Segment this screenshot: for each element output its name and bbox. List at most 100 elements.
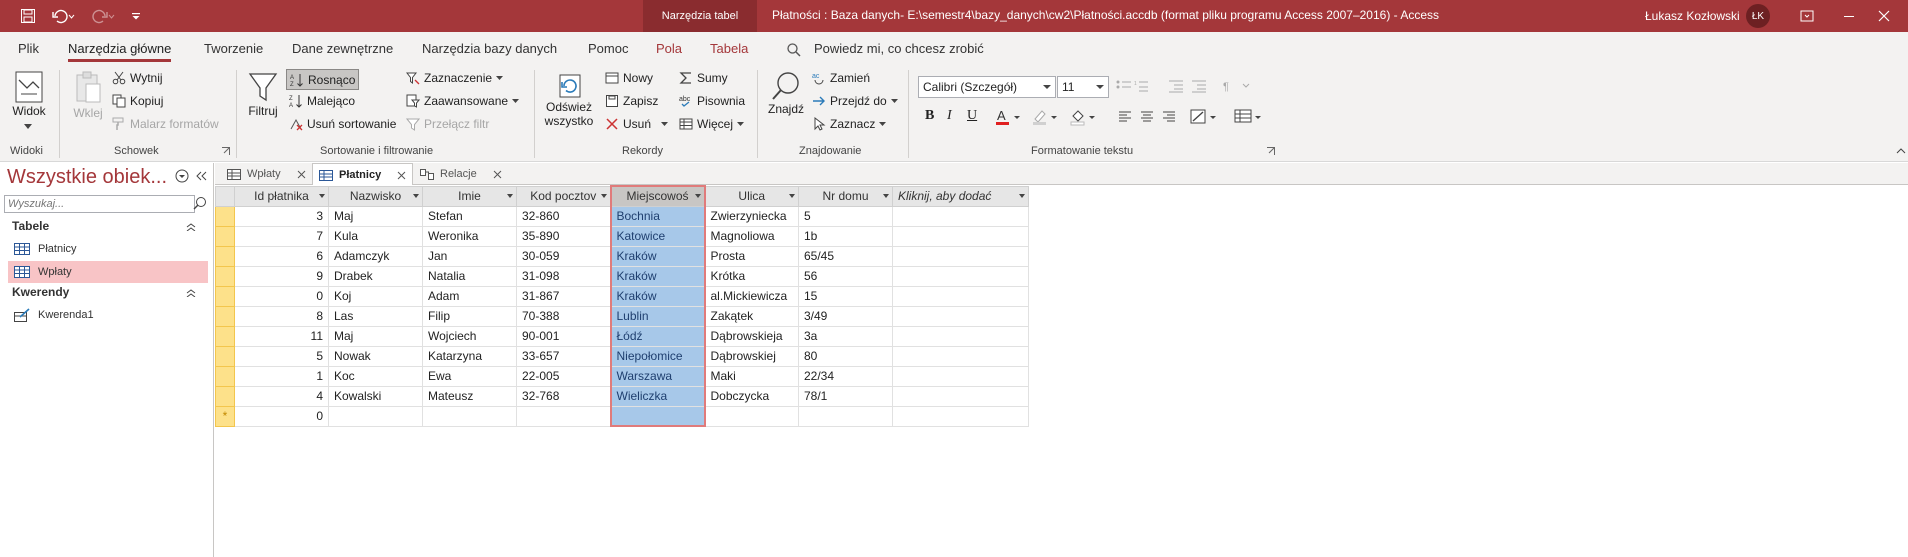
text-format-launcher-icon[interactable] xyxy=(1267,147,1275,155)
replace-button[interactable]: ac Zamień xyxy=(812,71,870,85)
cell-nazwisko[interactable]: Adamczyk xyxy=(328,245,423,267)
cell-nazwisko[interactable]: Koj xyxy=(328,285,423,307)
cell-nr-domu[interactable]: 3a xyxy=(798,325,893,347)
chevron-down-icon[interactable] xyxy=(789,193,795,198)
cell-miejscowosc[interactable]: Niepołomice xyxy=(609,345,706,367)
column-header-ulica[interactable]: Ulica xyxy=(704,185,799,207)
cell-ulica[interactable]: Zwierzyniecka xyxy=(704,205,799,227)
table-row[interactable]: 8 Las Filip 70-388 Lublin Zakątek 3/49 xyxy=(215,305,1029,327)
cell-imie[interactable]: Wojciech xyxy=(422,325,517,347)
cell-nr-domu[interactable]: 78/1 xyxy=(798,385,893,407)
cell-add-field[interactable] xyxy=(892,205,1029,227)
toggle-filter-button[interactable]: Przełącz filtr xyxy=(406,117,489,131)
cell-miejscowosc[interactable]: Lublin xyxy=(609,305,706,327)
font-size-dropdown[interactable]: 11 xyxy=(1057,76,1109,98)
cell-nr-domu[interactable]: 65/45 xyxy=(798,245,893,267)
bold-button[interactable]: B xyxy=(925,108,934,124)
refresh-all-button[interactable]: Odśwież wszystko xyxy=(540,70,598,128)
cell-id[interactable]: 5 xyxy=(234,345,329,367)
tab-table[interactable]: Tabela xyxy=(710,41,748,56)
tab-create[interactable]: Tworzenie xyxy=(204,41,263,56)
table-row[interactable]: 7 Kula Weronika 35-890 Katowice Magnoliowa 1b xyxy=(215,225,1029,247)
cell-ulica[interactable]: Dąbrowskiej xyxy=(704,345,799,367)
cell-kod[interactable]: 31-867 xyxy=(516,285,611,307)
cell-id[interactable]: 8 xyxy=(234,305,329,327)
new-record-button[interactable]: Nowy xyxy=(605,71,653,85)
table-row[interactable]: 4 Kowalski Mateusz 32-768 Wieliczka Dobczycka… xyxy=(215,385,1029,407)
cell-empty[interactable] xyxy=(422,405,517,427)
cell-add-field[interactable] xyxy=(892,265,1029,287)
column-header-miejscowosc[interactable]: Miejscowoś xyxy=(609,185,706,207)
align-right-icon[interactable] xyxy=(1162,110,1176,124)
cell-ulica[interactable]: Zakątek xyxy=(704,305,799,327)
cell-nazwisko[interactable]: Maj xyxy=(328,325,423,347)
doc-tab-wplaty[interactable]: Wpłaty xyxy=(221,163,312,185)
format-painter-button[interactable]: Malarz formatów xyxy=(112,117,219,131)
cell-ulica[interactable]: Prosta xyxy=(704,245,799,267)
cell-miejscowosc[interactable]: Kraków xyxy=(609,245,706,267)
remove-sort-button[interactable]: Usuń sortowanie xyxy=(289,117,396,131)
customize-qat-icon[interactable] xyxy=(128,6,144,26)
cell-ulica[interactable]: Krótka xyxy=(704,265,799,287)
tab-fields[interactable]: Pola xyxy=(656,41,682,56)
tab-external-data[interactable]: Dane zewnętrzne xyxy=(292,41,393,56)
cell-add-field[interactable] xyxy=(892,225,1029,247)
align-left-icon[interactable] xyxy=(1118,110,1132,124)
table-row[interactable]: 0 Koj Adam 31-867 Kraków al.Mickiewicza 15 xyxy=(215,285,1029,307)
cell-miejscowosc[interactable]: Kraków xyxy=(609,285,706,307)
totals-button[interactable]: Sumy xyxy=(679,71,728,85)
tab-home[interactable]: Narzędzia główne xyxy=(68,41,172,62)
redo-icon[interactable] xyxy=(88,6,118,26)
cell-kod[interactable]: 33-657 xyxy=(516,345,611,367)
italic-button[interactable]: I xyxy=(947,108,952,124)
cell-ulica[interactable]: Maki xyxy=(704,365,799,387)
chevron-down-icon[interactable] xyxy=(600,193,607,198)
view-dropdown-icon[interactable] xyxy=(24,124,32,130)
cell-imie[interactable]: Stefan xyxy=(422,205,517,227)
user-name[interactable]: Łukasz Kozłowski xyxy=(1645,9,1740,23)
filter-button[interactable]: Filtruj xyxy=(246,70,280,118)
row-selector[interactable] xyxy=(215,305,235,327)
table-row[interactable]: 1 Koc Ewa 22-005 Warszawa Maki 22/34 xyxy=(215,365,1029,387)
cell-imie[interactable]: Natalia xyxy=(422,265,517,287)
collapse-ribbon-icon[interactable] xyxy=(1896,148,1906,154)
chevron-down-icon[interactable] xyxy=(883,193,889,198)
nav-title[interactable]: Wszystkie obiek... xyxy=(7,166,167,189)
cell-imie[interactable]: Jan xyxy=(422,245,517,267)
cell-nr-domu[interactable]: 1b xyxy=(798,225,893,247)
cell-imie[interactable]: Weronika xyxy=(422,225,517,247)
cell-nr-domu[interactable]: 56 xyxy=(798,265,893,287)
cell-nazwisko[interactable]: Drabek xyxy=(328,265,423,287)
indent-icon[interactable] xyxy=(1168,79,1208,93)
cell-id[interactable]: 11 xyxy=(234,325,329,347)
cut-button[interactable]: Wytnij xyxy=(112,71,163,85)
cell-add-field[interactable] xyxy=(892,245,1029,267)
cell-add-field[interactable] xyxy=(892,305,1029,327)
row-selector[interactable] xyxy=(215,285,235,307)
table-row[interactable]: 5 Nowak Katarzyna 33-657 Niepołomice Dąbrowsk… xyxy=(215,345,1029,367)
cell-nr-domu[interactable]: 22/34 xyxy=(798,365,893,387)
cell-id[interactable]: 4 xyxy=(234,385,329,407)
cell-nazwisko[interactable]: Las xyxy=(328,305,423,327)
row-selector[interactable] xyxy=(215,385,235,407)
cell-miejscowosc[interactable]: Warszawa xyxy=(609,365,706,387)
cell-ulica[interactable]: Magnoliowa xyxy=(704,225,799,247)
cell-nr-domu[interactable]: 5 xyxy=(798,205,893,227)
table-row[interactable]: 3 Maj Stefan 32-860 Bochnia Zwierzyniecka 5 xyxy=(215,205,1029,227)
fill-color-icon[interactable] xyxy=(1070,108,1098,126)
close-icon[interactable] xyxy=(1860,0,1908,32)
font-color-icon[interactable]: A xyxy=(995,108,1023,126)
table-row[interactable]: 9 Drabek Natalia 31-098 Kraków Krótka 56 xyxy=(215,265,1029,287)
clipboard-launcher-icon[interactable] xyxy=(222,147,230,155)
doc-tab-relacje[interactable]: Relacje xyxy=(414,163,508,185)
search-icon[interactable] xyxy=(193,196,207,210)
cell-nazwisko[interactable]: Maj xyxy=(328,205,423,227)
nav-group-tables[interactable]: Tabele xyxy=(0,217,210,237)
cell-empty[interactable] xyxy=(798,405,893,427)
table-row[interactable]: 6 Adamczyk Jan 30-059 Kraków Prosta 65/45 xyxy=(215,245,1029,267)
cell-miejscowosc[interactable]: Łódź xyxy=(609,325,706,347)
new-record-marker[interactable]: * xyxy=(215,405,235,427)
tell-me-box[interactable]: Powiedz mi, co chcesz zrobić xyxy=(814,41,984,56)
nav-item-platnicy[interactable]: Płatnicy xyxy=(8,238,208,260)
highlight-color-icon[interactable] xyxy=(1032,108,1060,126)
